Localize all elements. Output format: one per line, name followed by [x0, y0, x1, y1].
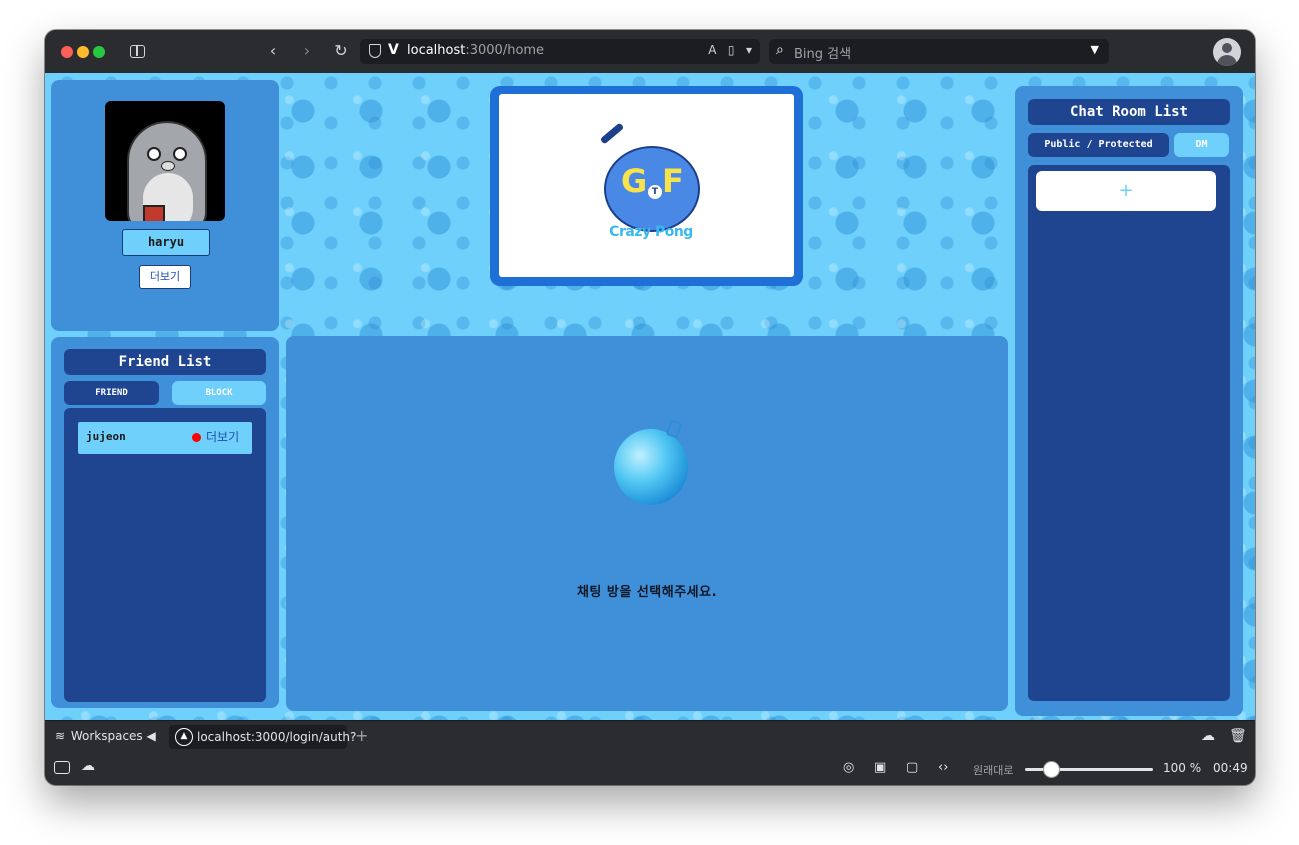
chevron-left-icon: ◀: [146, 729, 156, 743]
forward-icon[interactable]: ›: [297, 41, 317, 61]
url-path: :3000/home: [465, 43, 545, 58]
friend-name: jujeon: [86, 430, 126, 443]
search-input[interactable]: Bing 검색: [794, 43, 851, 62]
friend-list: jujeon 더보기: [64, 408, 266, 702]
tab-friend[interactable]: FRIEND: [64, 381, 159, 405]
browser-window: ‹ › ↻ V localhost:3000/home A ▯ ▾ ⌕ Bing…: [45, 30, 1255, 785]
bookmark-icon[interactable]: ▯: [728, 43, 735, 57]
logo-caption: Crazy Pong: [609, 224, 693, 240]
search-bar[interactable]: ⌕ Bing 검색 ▼: [769, 39, 1109, 64]
empty-chat-message: 채팅 방을 선택해주세요.: [576, 585, 718, 600]
layers-icon: ≋: [55, 729, 66, 743]
tab-title: localhost:3000/login/auth?: [197, 730, 357, 744]
url-text[interactable]: localhost:3000/home: [407, 43, 544, 58]
friend-list-panel: Friend List FRIEND BLOCK jujeon 더보기: [51, 337, 279, 708]
maximize-window-button[interactable]: [93, 46, 105, 58]
logo-bomb-icon: G T F: [604, 146, 700, 232]
online-status-icon: [192, 433, 201, 442]
address-bar-actions: A ▯ ▾: [708, 43, 752, 57]
page-content: haryu 더보기 G T F Crazy Pong Chat Room Lis…: [45, 73, 1255, 720]
game-logo[interactable]: G T F Crazy Pong: [499, 94, 794, 277]
profile-more-button[interactable]: 더보기: [139, 265, 191, 289]
username-label: haryu: [122, 229, 210, 256]
friend-more-button[interactable]: 더보기: [206, 428, 239, 445]
chevron-down-icon[interactable]: ▾: [746, 43, 752, 57]
zoom-reset-button[interactable]: 원래대로: [973, 762, 1013, 778]
chat-room-list-title: Chat Room List: [1028, 99, 1230, 125]
search-icon: ⌕: [776, 42, 784, 58]
friend-list-title: Friend List: [64, 349, 266, 375]
vivaldi-icon: V: [388, 42, 399, 58]
chat-room-panel: Chat Room List Public / Protected DM +: [1015, 86, 1243, 716]
tab-dm[interactable]: DM: [1174, 133, 1229, 157]
back-icon[interactable]: ‹: [263, 41, 283, 61]
friend-list-item[interactable]: jujeon 더보기: [78, 422, 252, 454]
capture-icon[interactable]: ◎: [843, 760, 854, 775]
minimize-window-button[interactable]: [77, 46, 89, 58]
page-tile-icon[interactable]: ▢: [906, 760, 918, 775]
workspaces-button[interactable]: ≋ Workspaces ◀: [55, 729, 156, 743]
tab-favicon-icon: ▲: [175, 728, 193, 746]
image-icon[interactable]: ▣: [874, 760, 886, 775]
logo-letter-g: G: [621, 162, 648, 200]
profile-avatar-icon[interactable]: [1213, 38, 1241, 66]
profile-panel: haryu 더보기: [51, 80, 279, 331]
add-chat-room-button[interactable]: +: [1036, 171, 1216, 211]
sync-cloud-icon[interactable]: ☁: [81, 758, 95, 774]
shield-icon[interactable]: [369, 44, 381, 58]
tab-block[interactable]: BLOCK: [172, 381, 266, 405]
logo-letter-f: F: [662, 162, 684, 200]
url-host: localhost: [407, 43, 466, 58]
workspaces-label: Workspaces: [70, 729, 143, 743]
address-bar[interactable]: V localhost:3000/home A ▯ ▾: [360, 39, 760, 64]
zoom-slider-handle[interactable]: [1043, 761, 1060, 778]
logo-letter-t: T: [648, 185, 662, 199]
panel-toggle-icon[interactable]: [54, 761, 70, 774]
tab-public-protected[interactable]: Public / Protected: [1028, 133, 1169, 157]
translate-icon[interactable]: A: [708, 43, 716, 57]
browser-toolbar: ‹ › ↻ V localhost:3000/home A ▯ ▾ ⌕ Bing…: [45, 30, 1255, 73]
user-avatar: [105, 101, 225, 221]
zoom-value: 100 %: [1163, 761, 1202, 775]
bomb-bubble-icon: [614, 419, 688, 507]
new-tab-button[interactable]: +: [355, 726, 368, 745]
reload-icon[interactable]: ↻: [331, 41, 351, 61]
logo-fuse-icon: [599, 122, 625, 145]
chat-main-area: 채팅 방을 선택해주세요.: [286, 336, 1008, 711]
browser-tab[interactable]: ▲ localhost:3000/login/auth?: [169, 725, 356, 749]
code-icon[interactable]: ‹›: [938, 760, 948, 775]
search-engine-dropdown-icon[interactable]: ▼: [1091, 43, 1099, 56]
clock: 00:49: [1213, 761, 1248, 775]
logo-frame: G T F Crazy Pong: [490, 86, 803, 286]
tab-bar: ≋ Workspaces ◀ ▲ localhost:3000/login/au…: [45, 720, 1255, 752]
close-window-button[interactable]: [61, 46, 73, 58]
chat-room-list: +: [1028, 165, 1230, 701]
sidebar-toggle-icon[interactable]: [130, 45, 145, 58]
trash-icon[interactable]: 🗑: [1229, 728, 1247, 744]
status-bar: ☁ ◎ ▣ ▢ ‹› 원래대로 100 % 00:49: [45, 752, 1255, 785]
cloud-icon[interactable]: ☁: [1201, 728, 1215, 744]
